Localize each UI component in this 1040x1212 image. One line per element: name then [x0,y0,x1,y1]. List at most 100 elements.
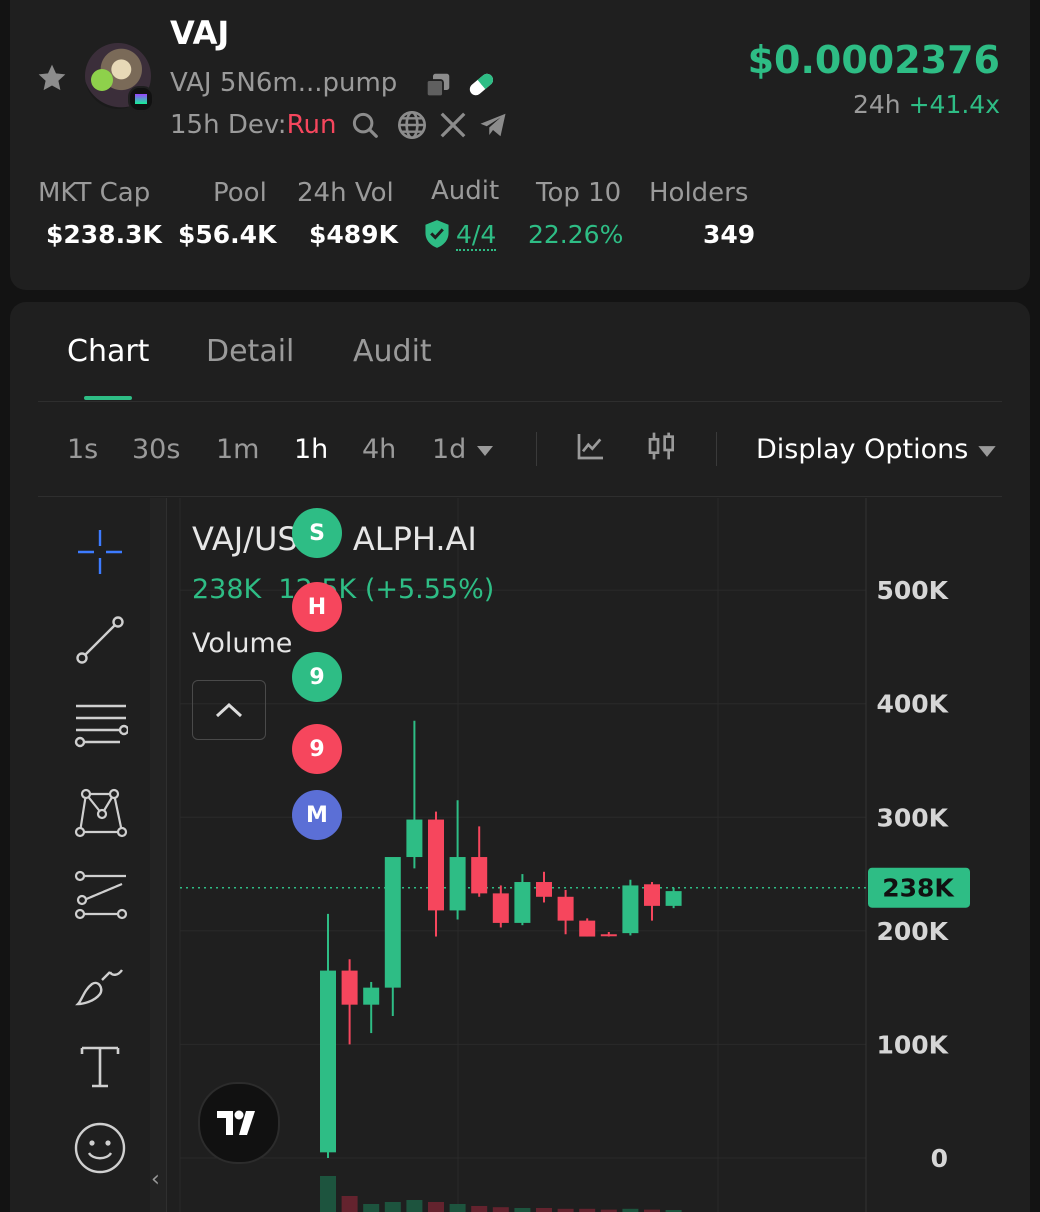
candle-body [428,819,444,911]
fib-retracement-icon[interactable] [72,698,128,754]
chevron-up-icon [215,702,243,718]
crosshair-icon[interactable] [72,524,128,580]
pill-pumpfun-icon[interactable] [465,68,497,100]
toolbar-divider [536,432,537,466]
token-price: $0.0002376 [747,38,1000,82]
stat-holders-label: Holders [649,178,749,208]
telegram-icon[interactable] [477,110,509,140]
candle-style-icon[interactable] [646,430,678,462]
timeframe-dropdown-caret-icon[interactable] [476,445,494,457]
change-period: 24h [852,90,901,119]
timeframe-1h[interactable]: 1h [294,434,328,465]
timeframe-30s[interactable]: 30s [132,434,180,465]
solana-chain-badge-icon [128,86,154,112]
candle-body [600,934,617,937]
event-marker-h[interactable]: H [292,582,342,632]
candle-body [320,970,336,1153]
tradingview-logo-icon [198,1082,280,1164]
volume-bar [492,1207,509,1212]
event-marker-9[interactable]: 9 [292,652,342,702]
dev-status: Run [286,110,337,140]
y-tick-label: 500K [876,576,949,605]
candle-body [622,885,639,934]
y-tick-label: 0 [931,1144,948,1173]
candle-body [644,884,660,906]
indicators-chart-icon[interactable] [575,430,607,462]
candle-body [665,891,682,906]
volume-bar [428,1202,444,1212]
candle-body [536,882,552,897]
volume-bar [320,1176,336,1212]
current-price-tag-label: 238K [882,874,955,903]
y-tick-label: 200K [876,917,949,946]
change-value: +41.4x [908,90,1000,119]
display-options-button[interactable]: Display Options [756,434,968,465]
search-icon[interactable] [350,110,380,140]
event-marker-9[interactable]: 9 [292,724,342,774]
price-change-row: 24h +41.4x [853,90,1000,119]
trend-line-icon[interactable] [72,612,128,668]
chart-price-legend: 238K 12.5K (+5.55%) [192,574,494,605]
candle-body [579,920,596,937]
volume-bar [514,1208,531,1212]
legend-last-value: 238K [192,574,262,605]
website-globe-icon[interactable] [396,109,428,141]
active-tab-indicator [84,396,132,400]
candle-body [514,882,531,923]
stat-vol-label: 24h Vol [297,178,394,208]
stat-mktcap-value: $238.3K [46,220,162,249]
tab-chart[interactable]: Chart [67,334,149,369]
stat-vol-value: $489K [309,220,398,249]
stat-pool-label: Pool [213,178,267,208]
candle-body [471,857,488,894]
prediction-tool-icon[interactable] [72,868,128,924]
timeframe-1s[interactable]: 1s [67,434,98,465]
event-marker-s[interactable]: S [292,508,342,558]
favorite-star-icon[interactable] [36,62,68,94]
brush-icon[interactable] [72,956,128,1012]
stat-audit-label: Audit [431,176,500,206]
candle-body [341,970,358,1005]
toolbar-divider-line [38,496,1002,497]
x-twitter-icon[interactable] [438,110,468,140]
stat-mktcap-label: MKT Cap [38,178,151,208]
display-options-caret-icon[interactable] [977,445,997,458]
stat-top10-value: 22.26% [528,220,624,249]
candle-body [363,987,380,1005]
copy-icon[interactable] [423,70,453,100]
volume-bar [363,1204,380,1212]
tabs-divider [38,401,1002,402]
token-header-card: VAJ VAJ 5N6m...pump 15h Dev:Run $0.00023… [10,0,1030,290]
volume-bar [536,1208,552,1212]
candle-body [449,857,466,911]
y-tick-label: 100K [876,1030,949,1059]
token-name-row: VAJ 5N6m...pump [170,68,397,98]
pattern-tool-icon[interactable] [72,782,128,838]
text-tool-icon[interactable] [72,1038,128,1094]
timeframe-1m[interactable]: 1m [216,434,259,465]
volume-bar [341,1196,358,1212]
volume-legend-label: Volume [192,628,293,659]
stat-audit-value[interactable]: 4/4 [456,220,497,251]
token-ticker: VAJ [170,14,230,52]
collapse-tools-chevron-icon[interactable]: ‹ [151,1167,160,1192]
volume-bar [471,1206,488,1212]
candle-body [384,857,401,988]
candle-body [406,819,423,858]
candle-body [557,896,574,921]
token-address[interactable]: 5N6m...pump [220,68,397,98]
event-marker-m[interactable]: M [292,790,342,840]
timeframe-4h[interactable]: 4h [362,434,396,465]
tab-detail[interactable]: Detail [206,334,294,369]
dev-label: Dev: [227,110,287,140]
emoji-icon[interactable] [72,1120,128,1176]
stat-holders-value: 349 [703,220,756,249]
y-tick-label: 400K [876,690,949,719]
collapse-legend-button[interactable] [192,680,266,740]
shield-check-icon [425,220,449,248]
stat-pool-value: $56.4K [178,220,277,249]
toolbar-divider [716,432,717,466]
timeframe-1d[interactable]: 1d [432,434,466,465]
tab-audit[interactable]: Audit [353,334,432,369]
stat-top10-label: Top 10 [536,178,622,208]
